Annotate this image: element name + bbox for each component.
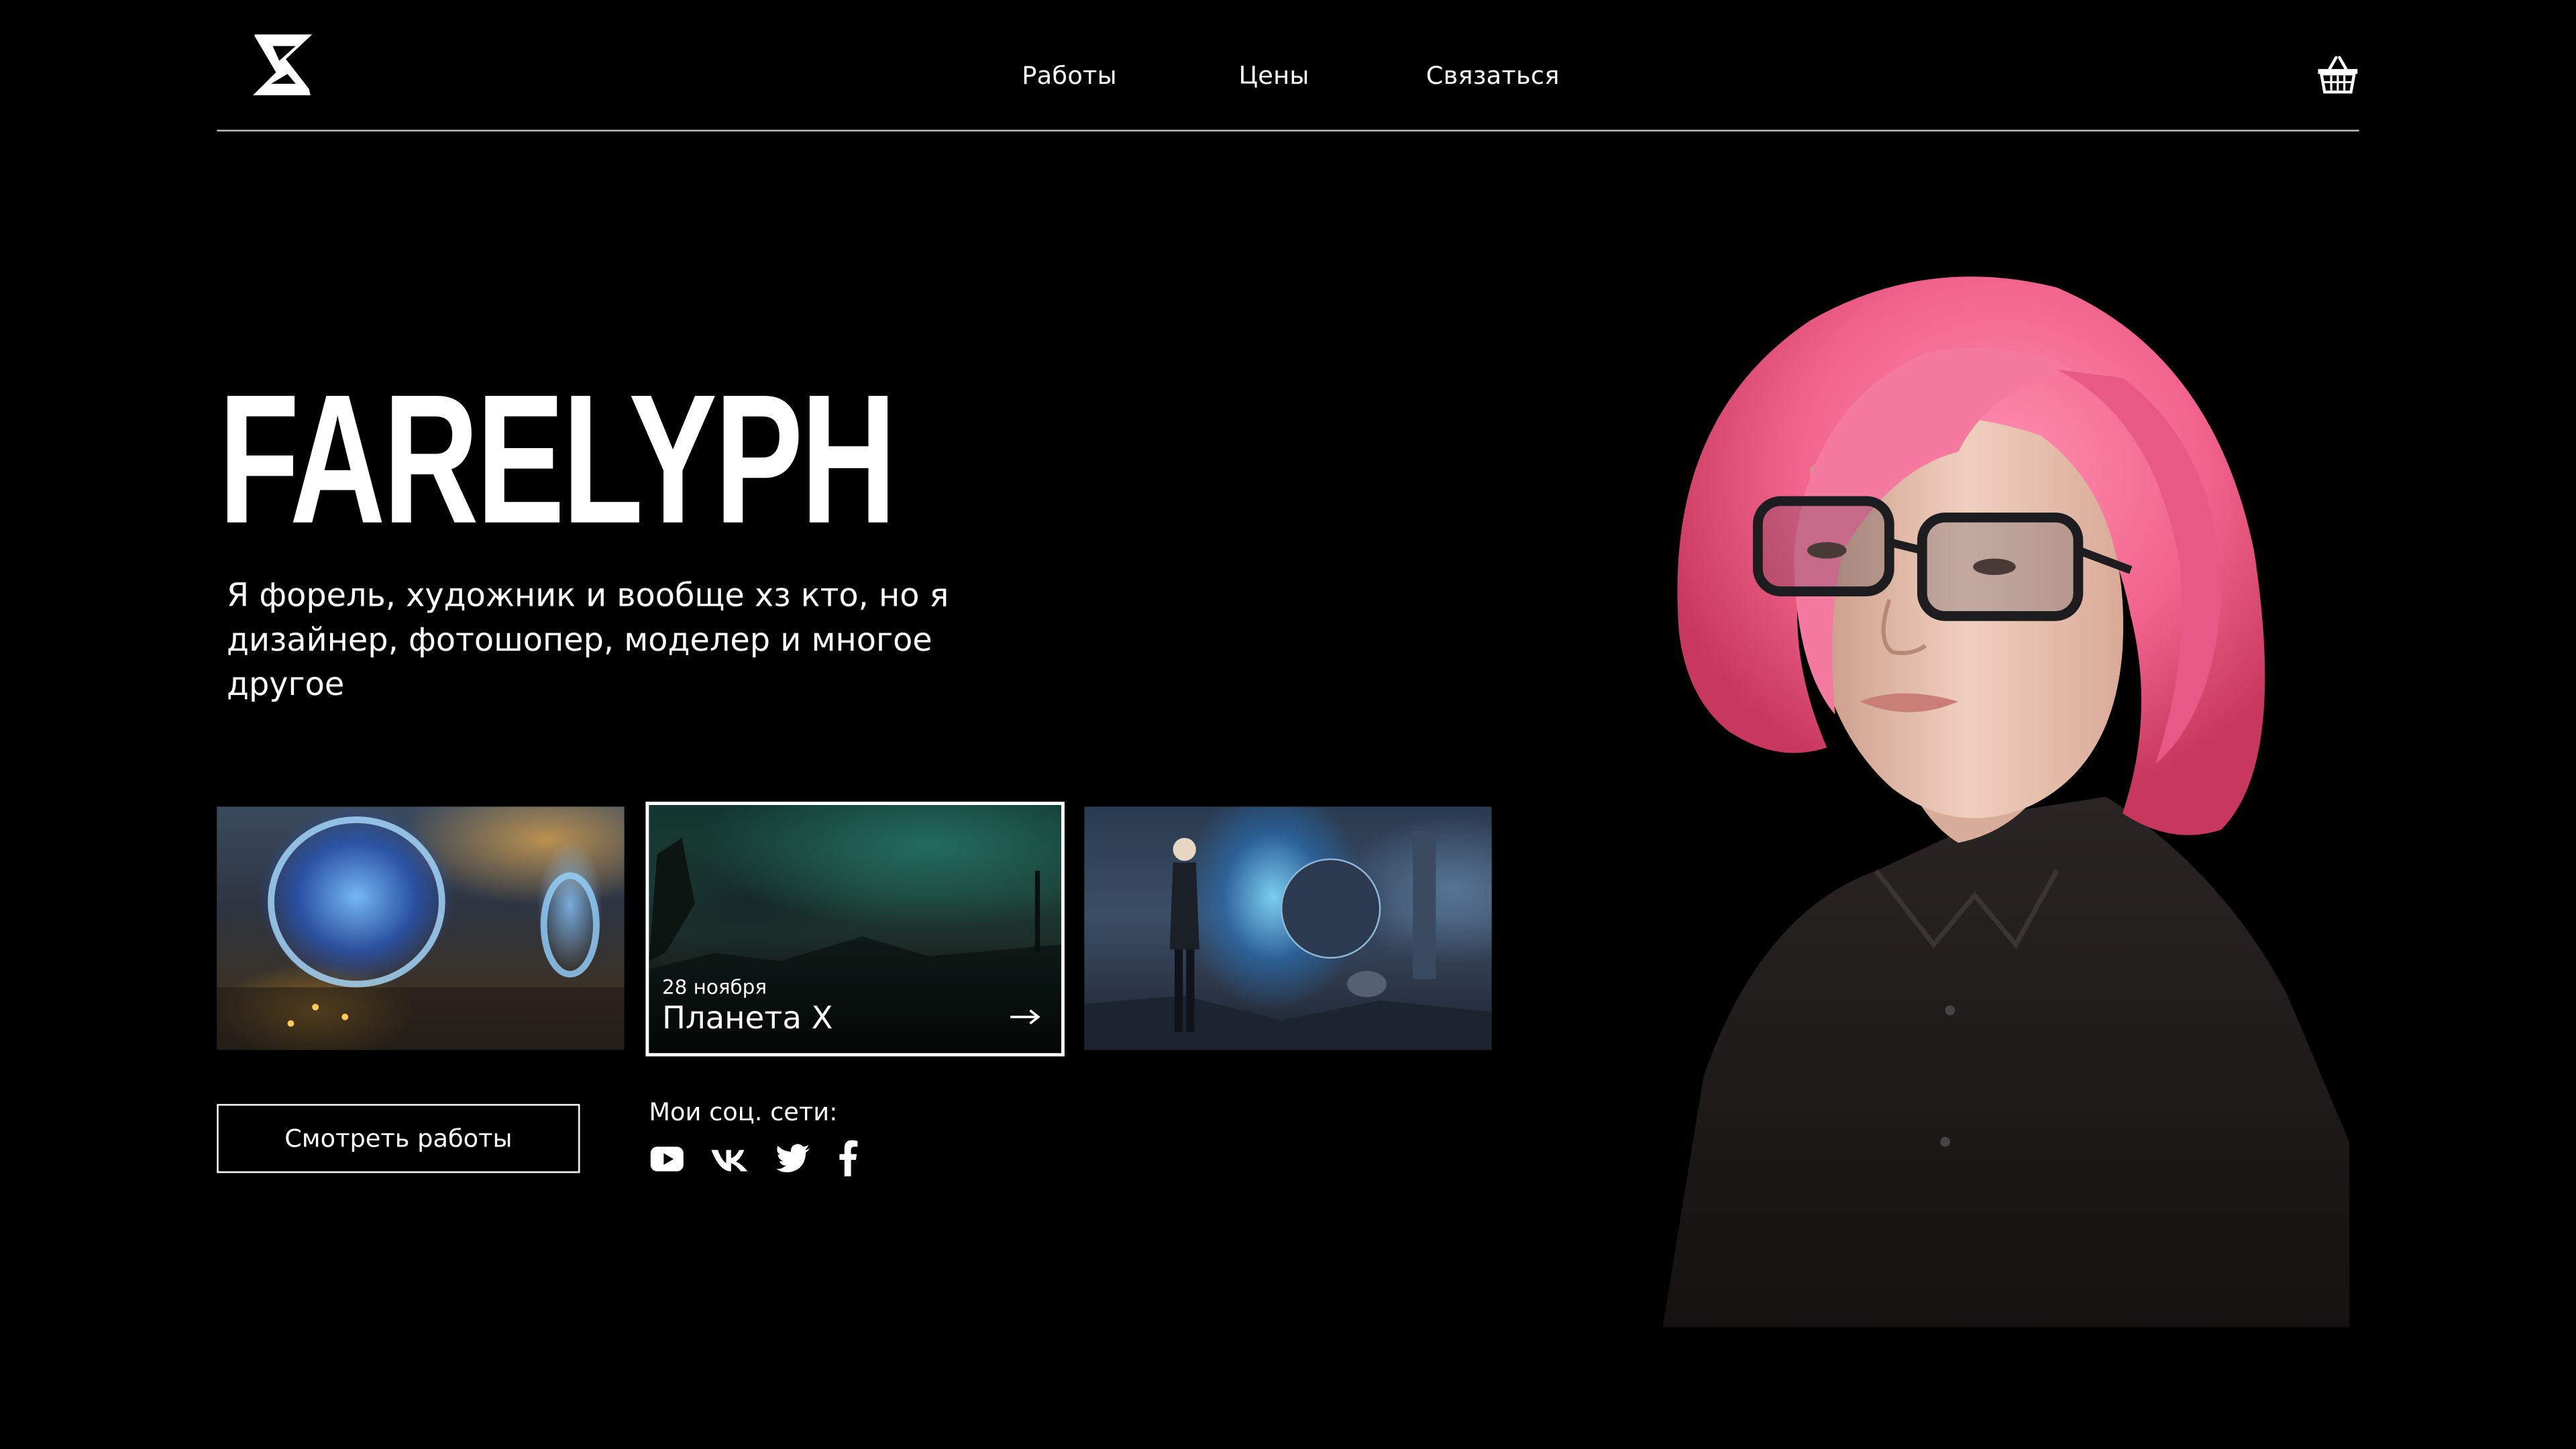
- landing-page: Работы Цены Связаться FARELYPH Я форель,…: [0, 0, 2576, 1449]
- portrait-photo: [1564, 221, 2359, 1328]
- hero-description: Я форель, художник и вообще хз кто, но я…: [226, 576, 949, 704]
- logo[interactable]: [250, 33, 315, 99]
- work-art-1: [217, 816, 625, 1050]
- social-label: Мои соц. сети:: [649, 1097, 838, 1128]
- portrait-illustration: [1662, 276, 2350, 1328]
- work-card-2[interactable]: 28 ноября Планета X: [645, 802, 1065, 1057]
- header-divider: [217, 129, 2359, 131]
- work-art-3: [1084, 831, 1492, 1050]
- arrow-right-icon[interactable]: [1009, 1006, 1042, 1028]
- card-title: Планета X: [661, 1000, 833, 1037]
- basket-icon[interactable]: [2315, 51, 2361, 97]
- view-works-button[interactable]: Смотреть работы: [217, 1104, 580, 1173]
- nav-works[interactable]: Работы: [1022, 61, 1117, 91]
- figure-silhouette: [1169, 837, 1199, 1032]
- vk-icon[interactable]: [710, 1138, 749, 1178]
- facebook-icon[interactable]: [837, 1138, 859, 1178]
- work-card-3[interactable]: [1084, 806, 1492, 1050]
- twitter-icon[interactable]: [775, 1138, 812, 1178]
- nav-prices[interactable]: Цены: [1239, 61, 1309, 91]
- scroll-indicator: [1265, 1439, 1305, 1449]
- nav-contact[interactable]: Связаться: [1426, 61, 1560, 91]
- card-date: 28 ноября: [661, 975, 767, 999]
- youtube-icon[interactable]: [649, 1138, 685, 1178]
- hero-title: FARELYPH: [218, 356, 897, 562]
- work-card-1[interactable]: [217, 806, 625, 1050]
